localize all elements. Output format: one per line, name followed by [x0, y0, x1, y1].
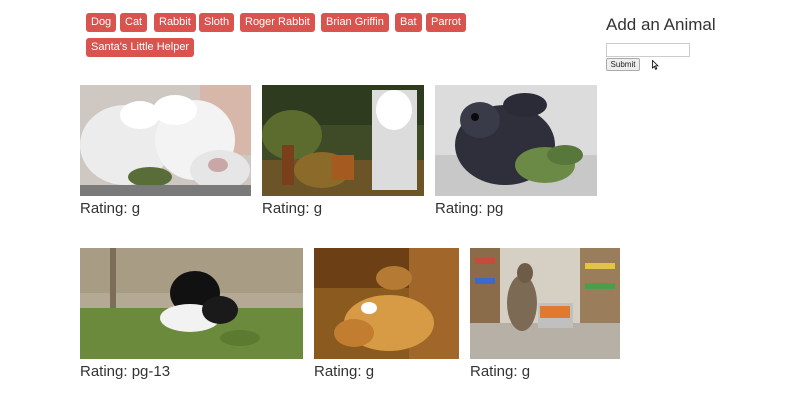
animal-button-santas-little-helper[interactable]: Santa's Little Helper	[86, 38, 195, 57]
animal-button-dog[interactable]: Dog	[86, 13, 117, 32]
gif-image-golden-room-scene[interactable]	[314, 248, 459, 359]
gif-rating-3: Rating: pg	[435, 200, 504, 217]
submit-button[interactable]: Submit	[606, 58, 640, 71]
animal-button-parrot[interactable]: Parrot	[426, 13, 466, 32]
gif-image-white-bunnies[interactable]	[80, 85, 251, 196]
gif-rating-1: Rating: g	[80, 200, 141, 217]
gif-image-black-rabbit-eating-leaves[interactable]	[435, 85, 597, 196]
gif-rating-6: Rating: g	[470, 363, 531, 380]
gif-image-cartoon-forest-scene[interactable]	[262, 85, 424, 196]
gif-image-black-rabbit-on-lawn[interactable]	[80, 248, 303, 359]
gif-rating-2: Rating: g	[262, 200, 323, 217]
animal-button-brian-griffin[interactable]: Brian Griffin	[321, 13, 389, 32]
animal-name-input[interactable]	[606, 43, 690, 57]
animal-button-rabbit[interactable]: Rabbit	[154, 13, 196, 32]
arrow-cursor-icon	[652, 60, 659, 70]
animal-button-cat[interactable]: Cat	[120, 13, 148, 32]
animal-button-bat[interactable]: Bat	[395, 13, 422, 32]
gif-image-kangaroo-with-shopping-cart[interactable]	[470, 248, 620, 359]
add-animal-title: Add an Animal	[606, 15, 716, 34]
gif-rating-4: Rating: pg-13	[80, 363, 171, 380]
gif-rating-5: Rating: g	[314, 363, 375, 380]
animal-button-sloth[interactable]: Sloth	[199, 13, 235, 32]
animal-button-roger-rabbit[interactable]: Roger Rabbit	[240, 13, 315, 32]
